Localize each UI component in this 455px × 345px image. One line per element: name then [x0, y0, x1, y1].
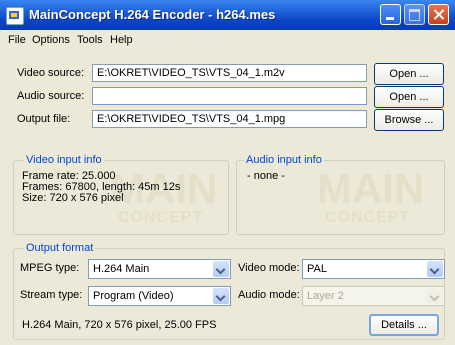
watermark-concept: CONCEPT: [118, 209, 204, 226]
watermark-concept-2: CONCEPT: [325, 209, 411, 226]
audio-mode-label: Audio mode:: [238, 289, 300, 301]
audio-source-field[interactable]: [92, 87, 367, 105]
frames-length-text: Frames: 67800, length: 45m 12s: [22, 181, 181, 193]
stream-type-value: Program (Video): [93, 290, 174, 302]
chevron-down-icon[interactable]: [427, 261, 443, 277]
browse-output-button[interactable]: Browse ...: [374, 109, 444, 131]
format-summary-text: H.264 Main, 720 x 576 pixel, 25.00 FPS: [22, 319, 217, 331]
audio-source-label: Audio source:: [17, 90, 85, 102]
mpeg-type-value: H.264 Main: [93, 263, 150, 275]
output-format-title: Output format: [24, 242, 96, 254]
output-file-label: Output file:: [17, 113, 71, 125]
chevron-down-icon[interactable]: [213, 288, 229, 304]
audio-mode-select: Layer 2: [302, 286, 445, 306]
frame-size-text: Size: 720 x 576 pixel: [22, 192, 124, 204]
title-bar[interactable]: MainConcept H.264 Encoder - h264.mes: [0, 0, 455, 30]
menu-bar: File Options Tools Help: [0, 30, 455, 50]
open-video-button[interactable]: Open ...: [374, 63, 444, 85]
audio-none-text: - none -: [247, 170, 285, 182]
menu-tools[interactable]: Tools: [77, 34, 103, 46]
video-mode-value: PAL: [307, 263, 327, 275]
chevron-down-icon[interactable]: [213, 261, 229, 277]
minimize-button[interactable]: [380, 4, 401, 25]
video-source-label: Video source:: [17, 67, 85, 79]
audio-input-info-title: Audio input info: [244, 154, 324, 166]
chevron-down-icon: [427, 288, 443, 304]
mpeg-type-select[interactable]: H.264 Main: [88, 259, 231, 279]
details-button[interactable]: Details ...: [369, 314, 439, 336]
video-mode-select[interactable]: PAL: [302, 259, 445, 279]
menu-file[interactable]: File: [8, 34, 26, 46]
close-button[interactable]: [428, 4, 449, 25]
encoder-window: MainConcept H.264 Encoder - h264.mes Fil…: [0, 0, 455, 345]
menu-help[interactable]: Help: [110, 34, 133, 46]
stream-type-select[interactable]: Program (Video): [88, 286, 231, 306]
audio-mode-value: Layer 2: [307, 290, 344, 302]
output-file-field[interactable]: E:\OKRET\VIDEO_TS\VTS_04_1.mpg: [92, 110, 367, 128]
window-title: MainConcept H.264 Encoder - h264.mes: [29, 7, 276, 22]
open-audio-button[interactable]: Open ...: [374, 86, 444, 108]
maximize-button[interactable]: [404, 4, 425, 25]
video-source-field[interactable]: E:\OKRET\VIDEO_TS\VTS_04_1.m2v: [92, 64, 367, 82]
app-icon: [6, 7, 24, 25]
stream-type-label: Stream type:: [20, 289, 83, 301]
video-mode-label: Video mode:: [238, 262, 300, 274]
mpeg-type-label: MPEG type:: [20, 262, 80, 274]
frame-rate-text: Frame rate: 25.000: [22, 170, 116, 182]
watermark-main-2: MAIN: [317, 165, 425, 212]
video-input-info-title: Video input info: [24, 154, 104, 166]
menu-options[interactable]: Options: [32, 34, 70, 46]
